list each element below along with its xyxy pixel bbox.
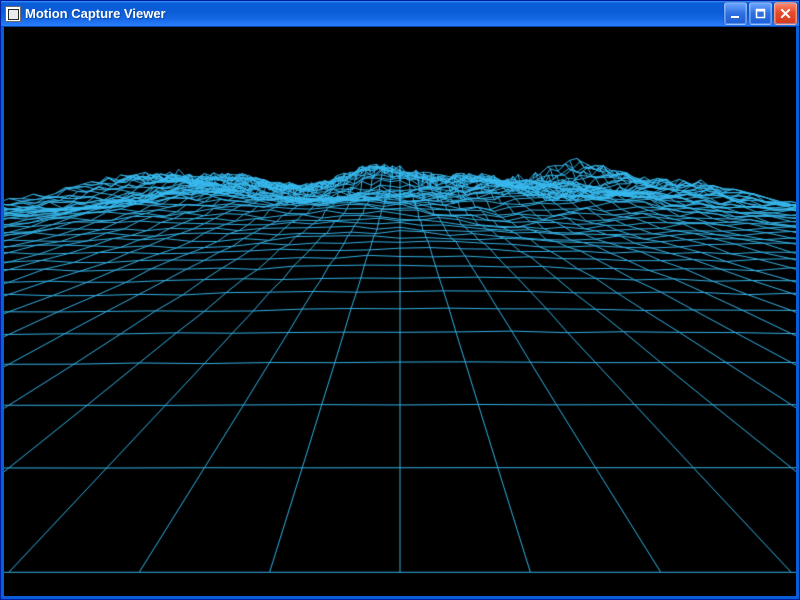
minimize-button[interactable] <box>724 2 747 25</box>
viewport[interactable] <box>4 27 796 596</box>
maximize-icon <box>755 8 766 19</box>
close-icon <box>780 8 791 19</box>
titlebar[interactable]: Motion Capture Viewer <box>1 1 799 27</box>
maximize-button[interactable] <box>749 2 772 25</box>
close-button[interactable] <box>774 2 797 25</box>
window-buttons <box>724 2 797 25</box>
app-window: Motion Capture Viewer <box>0 0 800 600</box>
app-icon <box>5 6 21 22</box>
window-title: Motion Capture Viewer <box>25 6 724 21</box>
minimize-icon <box>730 8 741 19</box>
client-area <box>1 27 799 599</box>
wireframe-terrain <box>4 27 796 596</box>
